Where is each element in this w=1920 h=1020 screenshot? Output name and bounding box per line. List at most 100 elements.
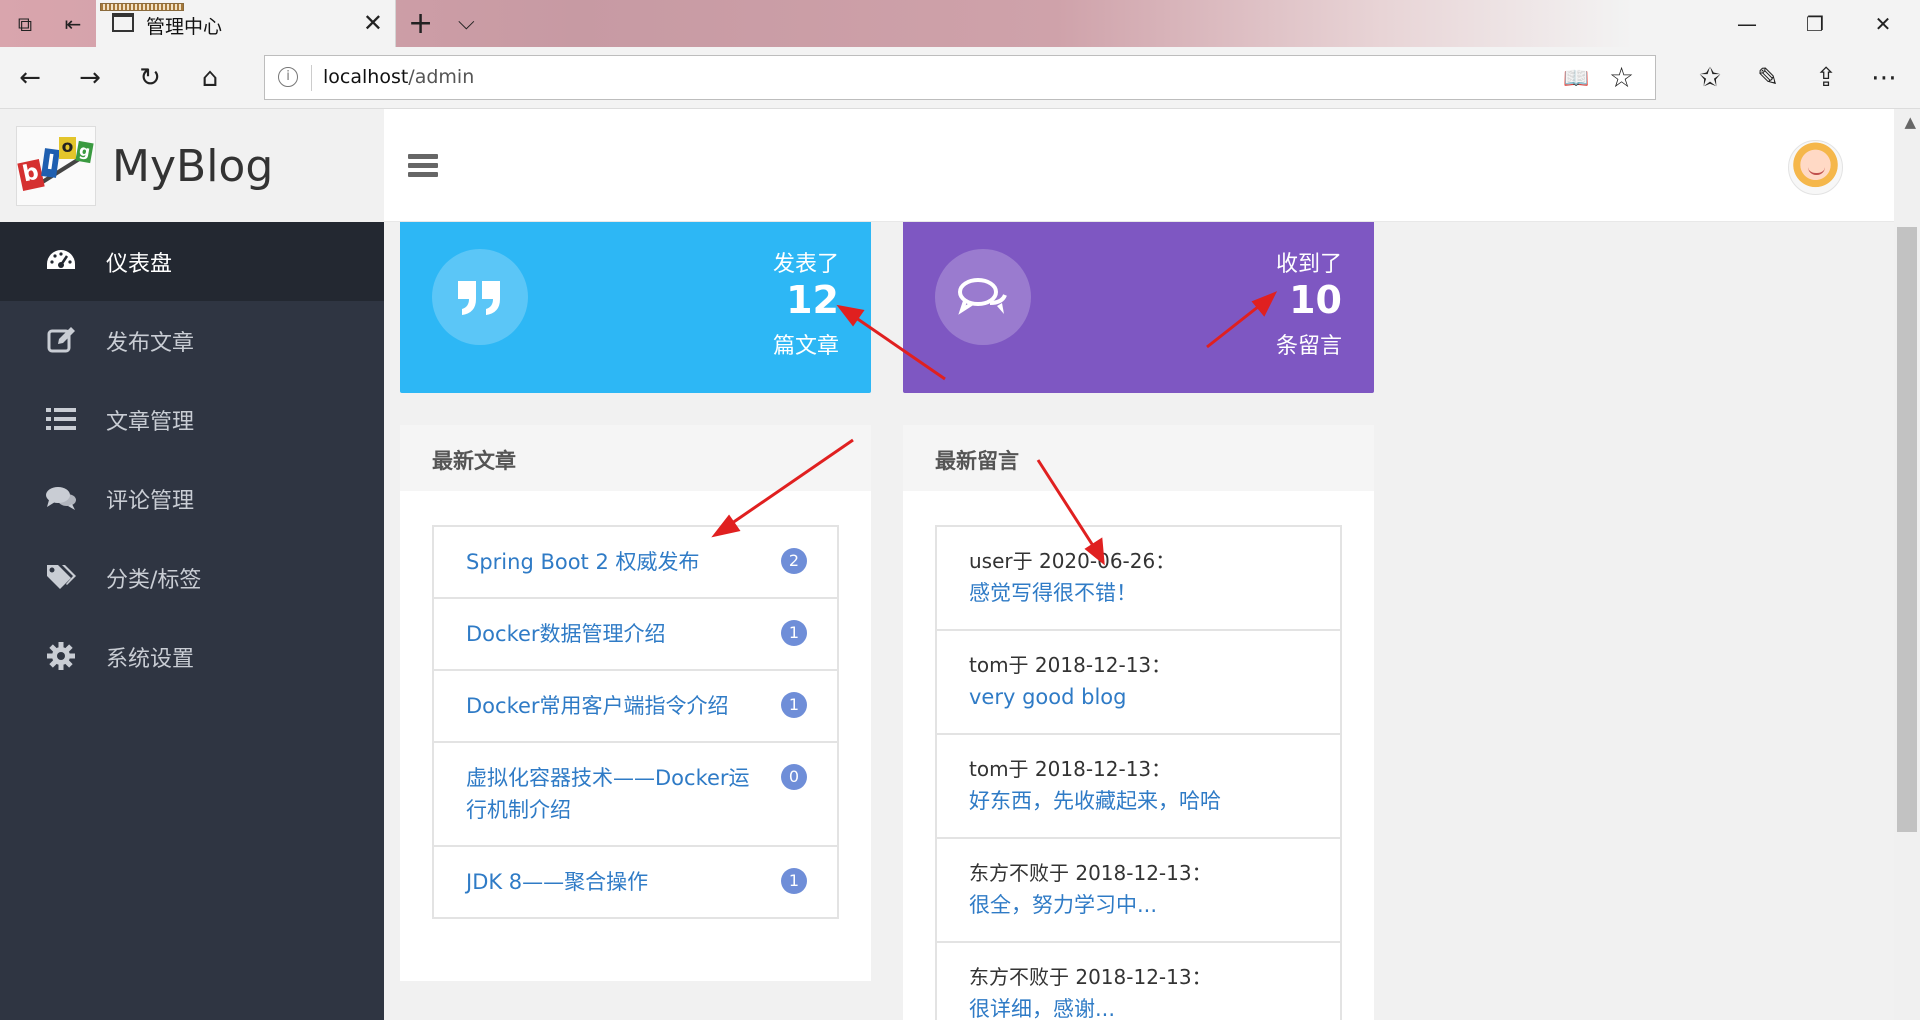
comments-icon	[44, 481, 78, 515]
sidebar-item-comments[interactable]: 评论管理	[0, 459, 384, 538]
list-item: tom于 2018-12-13： 好东西，先收藏起来，哈哈	[937, 735, 1340, 839]
list-icon	[44, 402, 78, 436]
url-path: /admin	[408, 66, 475, 88]
gear-icon	[44, 639, 78, 673]
comment-link[interactable]: very good blog	[969, 681, 1308, 713]
panel-title: 最新文章	[400, 425, 871, 491]
comment-list: user于 2020-06-26： 感觉写得很不错！ tom于 2018-12-…	[935, 525, 1342, 1020]
dashboard-icon	[44, 244, 78, 278]
stat-suffix: 篇文章	[772, 334, 839, 359]
sidebar-item-label: 分类/标签	[106, 568, 202, 593]
new-tab-button[interactable]: +	[408, 6, 433, 41]
comment-count-card: 收到了 10 条留言	[903, 222, 1374, 393]
sidebar-item-publish[interactable]: 发布文章	[0, 301, 384, 380]
quote-icon	[432, 249, 528, 345]
comment-count-badge: 1	[781, 692, 807, 718]
forward-button[interactable]: →	[70, 59, 110, 97]
chevron-down-icon[interactable]: ⌵	[458, 10, 475, 35]
article-link[interactable]: Docker数据管理介绍	[466, 618, 757, 650]
blog-logo: blog	[16, 126, 96, 206]
sidebar-item-dashboard[interactable]: 仪表盘	[0, 222, 384, 301]
comment-link[interactable]: 很详细，感谢...	[969, 993, 1308, 1020]
comment-link[interactable]: 好东西，先收藏起来，哈哈	[969, 785, 1308, 817]
address-toolbar: ← → ↻ ⌂ i localhost/admin 📖 ☆ ✩ ✎ ⇪ ⋯	[0, 47, 1920, 109]
sidebar-item-label: 发布文章	[106, 331, 195, 356]
brand[interactable]: blog MyBlog	[0, 109, 384, 222]
comment-count-badge: 2	[781, 548, 807, 574]
article-link[interactable]: Spring Boot 2 权威发布	[466, 546, 757, 578]
list-item: JDK 8——聚合操作 1	[434, 847, 837, 917]
pen-icon[interactable]: ✎	[1748, 59, 1788, 97]
list-item: 虚拟化容器技术——Docker运行机制介绍 0	[434, 743, 837, 847]
tab-groups-icon[interactable]: ⧉	[8, 8, 42, 40]
list-item: 东方不败于 2018-12-13： 很详细，感谢...	[937, 943, 1340, 1020]
article-count: 12	[786, 278, 839, 322]
sidebar-item-label: 系统设置	[106, 647, 195, 672]
comment-meta: 东方不败于 2018-12-13：	[969, 861, 1212, 885]
comment-meta: tom于 2018-12-13：	[969, 653, 1172, 677]
share-icon[interactable]: ⇪	[1806, 59, 1846, 97]
close-tab-icon[interactable]: ✕	[363, 9, 383, 37]
list-item: Docker数据管理介绍 1	[434, 599, 837, 671]
divider	[311, 65, 312, 91]
tab-title: 管理中心	[146, 16, 223, 38]
sidebar-item-articles[interactable]: 文章管理	[0, 380, 384, 459]
brand-name: MyBlog	[112, 141, 274, 192]
latest-articles-panel: 最新文章 Spring Boot 2 权威发布 2 Docker数据管理介绍 1…	[400, 425, 871, 981]
restore-button[interactable]: ❐	[1792, 8, 1838, 40]
page-icon	[112, 13, 134, 32]
sidebar: blog MyBlog 仪表盘 发布文章 文章管理 评论管理 分类/标签 系统设…	[0, 109, 384, 1020]
comment-meta: tom于 2018-12-13：	[969, 757, 1172, 781]
sidebar-item-label: 评论管理	[106, 489, 195, 514]
comment-link[interactable]: 感觉写得很不错！	[969, 577, 1308, 609]
stat-suffix: 条留言	[1275, 334, 1342, 359]
comment-meta: user于 2020-06-26：	[969, 549, 1176, 573]
list-item: user于 2020-06-26： 感觉写得很不错！	[937, 527, 1340, 631]
sidebar-item-settings[interactable]: 系统设置	[0, 617, 384, 696]
comment-count: 10	[1289, 278, 1342, 322]
sidebar-item-label: 文章管理	[106, 410, 195, 435]
url-text[interactable]: localhost/admin	[323, 66, 474, 88]
browser-tab[interactable]: 管理中心 ✕	[96, 0, 396, 47]
menu-toggle-icon[interactable]	[408, 154, 438, 178]
sidebar-menu: 仪表盘 发布文章 文章管理 评论管理 分类/标签 系统设置	[0, 222, 384, 696]
list-item: Spring Boot 2 权威发布 2	[434, 527, 837, 599]
refresh-button[interactable]: ↻	[130, 59, 170, 97]
window-close-button[interactable]: ✕	[1860, 8, 1906, 40]
latest-comments-panel: 最新留言 user于 2020-06-26： 感觉写得很不错！ tom于 201…	[903, 425, 1374, 1020]
back-button[interactable]: ←	[10, 59, 50, 97]
tab-thumbnail-strip	[100, 3, 184, 11]
more-icon[interactable]: ⋯	[1864, 59, 1904, 97]
sidebar-item-categories[interactable]: 分类/标签	[0, 538, 384, 617]
minimize-button[interactable]: —	[1724, 8, 1770, 40]
comment-count-badge: 0	[781, 764, 807, 790]
article-link[interactable]: JDK 8——聚合操作	[466, 866, 757, 898]
speech-bubbles-icon	[935, 249, 1031, 345]
address-field[interactable]: i localhost/admin 📖 ☆	[264, 55, 1656, 100]
scroll-up-icon[interactable]: ▲	[1904, 113, 1916, 131]
comment-link[interactable]: 很全，努力学习中...	[969, 889, 1308, 921]
info-icon[interactable]: i	[278, 67, 298, 87]
article-list: Spring Boot 2 权威发布 2 Docker数据管理介绍 1 Dock…	[432, 525, 839, 919]
article-link[interactable]: 虚拟化容器技术——Docker运行机制介绍	[466, 762, 757, 826]
browser-tab-bar: ⧉ ⇤ 管理中心 ✕ + ⌵ — ❐ ✕	[0, 0, 1920, 47]
stat-prefix: 发表了	[772, 252, 839, 277]
scrollbar[interactable]: ▲	[1894, 109, 1920, 1020]
url-host: localhost	[323, 66, 409, 88]
page-content: blog MyBlog 仪表盘 发布文章 文章管理 评论管理 分类/标签 系统设…	[0, 109, 1920, 1020]
panel-title: 最新留言	[903, 425, 1374, 491]
home-button[interactable]: ⌂	[190, 59, 230, 97]
article-count-card: 发表了 12 篇文章	[400, 222, 871, 393]
tabs-aside-icon[interactable]: ⇤	[56, 8, 90, 40]
favorite-star-icon[interactable]: ☆	[1609, 61, 1634, 94]
reading-view-icon[interactable]: 📖	[1563, 66, 1589, 91]
sidebar-item-label: 仪表盘	[106, 252, 173, 277]
article-link[interactable]: Docker常用客户端指令介绍	[466, 690, 757, 722]
stat-prefix: 收到了	[1275, 252, 1342, 277]
list-item: 东方不败于 2018-12-13： 很全，努力学习中...	[937, 839, 1340, 943]
edit-icon	[44, 323, 78, 357]
comment-count-badge: 1	[781, 868, 807, 894]
avatar[interactable]	[1788, 140, 1843, 195]
favorites-icon[interactable]: ✩	[1690, 59, 1730, 97]
scrollbar-thumb[interactable]	[1897, 227, 1917, 832]
